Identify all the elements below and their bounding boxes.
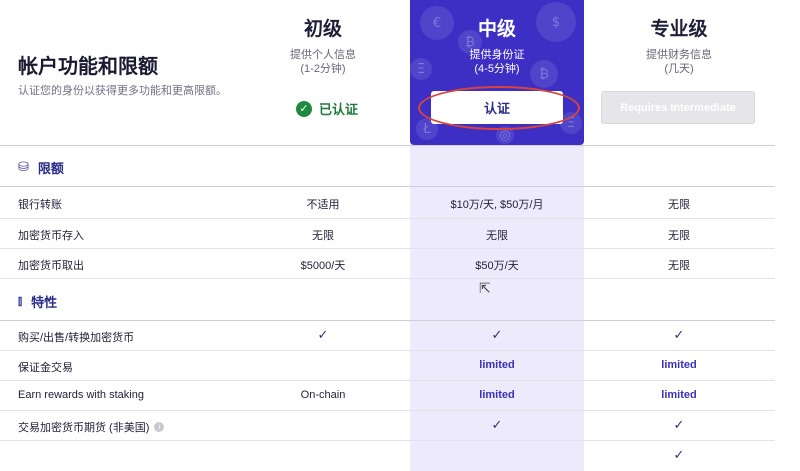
divider: [0, 218, 775, 219]
tier-desc-line: 提供个人信息: [290, 49, 356, 61]
info-icon[interactable]: i: [154, 422, 165, 432]
divider: [0, 145, 775, 146]
limited-badge: limited: [661, 389, 697, 401]
cell-value: 无限: [668, 199, 690, 211]
tier-pro-header: 专业级 提供财务信息 (几天): [592, 18, 766, 76]
tier-name: 初级: [303, 19, 342, 40]
divider: [0, 410, 775, 411]
cell-value: $50万/天: [475, 260, 519, 272]
section-features: ⫾ 特性: [18, 292, 57, 311]
limited-badge: limited: [479, 389, 515, 401]
check-icon: ✓: [673, 328, 685, 343]
row-label-futures: 交易加密货币期货 (非美国) i: [18, 419, 165, 435]
cell-value: On-chain: [300, 389, 346, 401]
section-limits: ⛁ 限额: [18, 158, 64, 177]
tier-description: 提供身份证 (4-5分钟): [410, 48, 584, 76]
tier-duration: (4-5分钟): [474, 63, 520, 75]
mouse-cursor-icon: ⇱: [479, 281, 491, 297]
cell-value: $5000/天: [300, 260, 346, 272]
row-label-buy-sell-convert: 购买/出售/转换加密货币: [18, 332, 135, 344]
row-label-staking: Earn rewards with staking: [18, 389, 144, 401]
limited-badge: limited: [661, 359, 697, 371]
tier-duration: (1-2分钟): [300, 63, 346, 75]
divider: [0, 278, 775, 279]
tier-description: 提供财务信息 (几天): [592, 48, 766, 76]
page-subtitle: 认证您的身份以获得更多功能和更高限额。: [18, 85, 227, 97]
cell-value: 无限: [312, 230, 334, 242]
highlight-ellipse: [418, 86, 580, 130]
row-label-bank-transfer: 银行转账: [18, 199, 62, 211]
cell-value: 无限: [668, 230, 690, 242]
row-label-margin-trading: 保证金交易: [18, 362, 73, 374]
check-icon: ✓: [491, 328, 503, 343]
cell-value: $10万/天, $50万/月: [450, 199, 544, 211]
divider: [0, 350, 775, 351]
tier-intermediate-header: 中级 提供身份证 (4-5分钟): [410, 18, 584, 76]
check-icon: ✓: [673, 418, 685, 433]
check-icon: ✓: [673, 448, 685, 463]
section-label: 特性: [31, 295, 58, 310]
page-title: 帐户功能和限额: [18, 56, 158, 78]
tier-name: 专业级: [650, 19, 708, 40]
check-icon: ✓: [317, 328, 329, 343]
tier-desc-line: 提供财务信息: [646, 49, 712, 61]
verified-label: 已认证: [319, 102, 359, 117]
coins-icon: ⛁: [18, 160, 29, 175]
tier-description: 提供个人信息 (1-2分钟): [236, 48, 410, 76]
row-label-crypto-withdrawal: 加密货币取出: [18, 260, 84, 272]
cell-value: 无限: [668, 260, 690, 272]
row-label-crypto-deposit: 加密货币存入: [18, 230, 84, 242]
divider: [0, 320, 775, 321]
tier-desc-line: 提供身份证: [469, 49, 525, 61]
divider: [0, 380, 775, 381]
divider: [0, 186, 775, 187]
candlestick-icon: ⫾: [18, 294, 23, 309]
verified-status: ✓ 已认证: [296, 99, 358, 118]
tier-duration: (几天): [664, 63, 694, 75]
tier-starter-header: 初级 提供个人信息 (1-2分钟): [236, 18, 410, 76]
requires-intermediate-button: Requires Intermediate: [601, 91, 755, 124]
row-label-text: 交易加密货币期货 (非美国): [18, 422, 150, 434]
section-label: 限额: [37, 161, 64, 176]
divider: [0, 248, 775, 249]
divider: [0, 440, 775, 441]
cell-value: 无限: [486, 230, 508, 242]
check-circle-icon: ✓: [296, 100, 312, 117]
tier-name: 中级: [477, 19, 516, 40]
cell-value: 不适用: [306, 199, 340, 211]
limited-badge: limited: [479, 359, 515, 371]
check-icon: ✓: [491, 418, 503, 433]
